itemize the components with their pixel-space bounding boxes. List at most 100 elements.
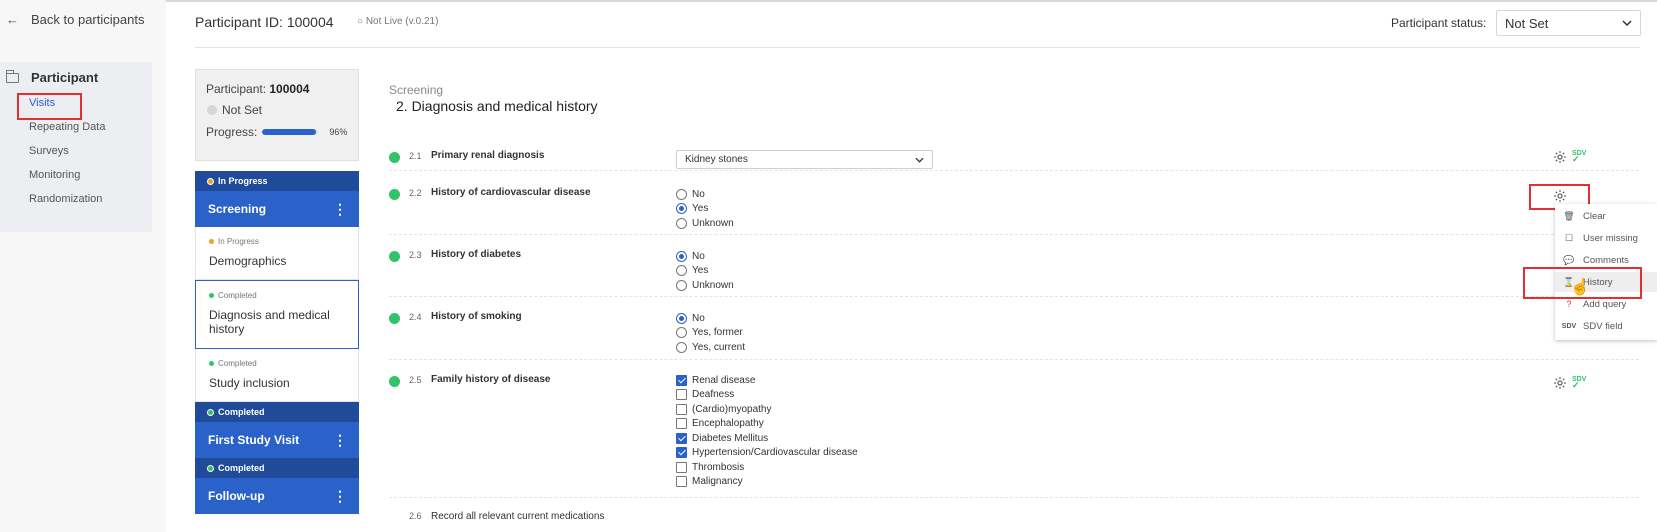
smoking-radio-group: No Yes, former Yes, current	[676, 311, 745, 355]
gear-icon[interactable]	[1553, 376, 1567, 390]
folder-icon	[6, 69, 19, 83]
visit-screening[interactable]: Screening ⋮	[195, 191, 359, 227]
question-2-4: 2.4 History of smoking No Yes, former Ye…	[389, 308, 1639, 358]
progress-bar-fill	[262, 129, 317, 135]
form-item-demographics[interactable]: In Progress Demographics	[195, 227, 359, 280]
menu-item-clear[interactable]: 🗑 Clear	[1563, 210, 1605, 222]
divider	[389, 234, 1639, 235]
visit-follow-up[interactable]: Follow-up ⋮	[195, 478, 359, 514]
back-label: Back to participants	[31, 12, 145, 27]
participant-nav-title: Participant	[31, 70, 99, 85]
completed-dot-icon	[209, 293, 214, 298]
complete-dot-icon	[389, 376, 400, 387]
radio-option[interactable]: Yes	[676, 264, 734, 279]
divider	[389, 170, 1639, 171]
checkbox-icon: ☐	[1564, 232, 1574, 243]
complete-dot-icon	[389, 152, 400, 163]
menu-item-user-missing[interactable]: ☐ User missing	[1563, 232, 1638, 244]
visit-status-bar: Completed	[195, 458, 359, 478]
kebab-menu-icon[interactable]: ⋮	[333, 201, 347, 218]
participant-status-label: Participant status:	[1391, 16, 1487, 30]
checkbox-option[interactable]: Encephalopathy	[676, 417, 858, 432]
sidebar: ← Back to participants Participant Visit…	[0, 0, 166, 532]
form-section-name: Screening	[389, 83, 444, 97]
checkbox-option[interactable]: Hypertension/Cardiovascular disease	[676, 446, 858, 461]
sdv-icon[interactable]: SDV ✓	[1572, 376, 1586, 390]
chevron-down-icon	[915, 157, 924, 163]
comment-icon: 💬	[1563, 254, 1575, 265]
in-progress-dot-icon	[207, 177, 214, 185]
nav-item-monitoring[interactable]: Monitoring	[29, 169, 80, 181]
checkbox-option[interactable]: Deafness	[676, 388, 858, 403]
menu-item-add-query[interactable]: ? Add query	[1563, 298, 1626, 310]
completed-dot-icon	[209, 361, 214, 366]
radio-option[interactable]: Unknown	[676, 216, 734, 231]
radio-option[interactable]: No	[676, 187, 734, 202]
completed-dot-icon	[207, 408, 214, 416]
checkbox-option[interactable]: Renal disease	[676, 373, 858, 388]
question-2-3: 2.3 History of diabetes No Yes Unknown	[389, 246, 1639, 296]
participant-id-title: Participant ID: 100004	[195, 14, 334, 30]
checkbox-option[interactable]: (Cardio)myopathy	[676, 402, 858, 417]
form-title: 2. Diagnosis and medical history	[396, 98, 598, 114]
checkbox-option[interactable]: Diabetes Mellitus	[676, 431, 858, 446]
divider	[389, 497, 1639, 498]
radio-option[interactable]: Yes	[676, 202, 734, 217]
complete-dot-icon	[389, 189, 400, 200]
visit-status-bar: Completed	[195, 402, 359, 422]
radio-option[interactable]: No	[676, 249, 734, 264]
menu-item-comments[interactable]: 💬 Comments	[1563, 254, 1629, 266]
query-icon: ?	[1566, 299, 1572, 309]
radio-option[interactable]: Unknown	[676, 278, 734, 293]
kebab-menu-icon[interactable]: ⋮	[333, 488, 347, 505]
gear-icon[interactable]	[1553, 150, 1567, 164]
back-to-participants-link[interactable]: ← Back to participants	[6, 12, 144, 27]
chevron-down-icon	[1622, 20, 1632, 26]
participant-status-select[interactable]: Not Set	[1496, 10, 1641, 36]
question-2-2: 2.2 History of cardiovascular disease No…	[389, 184, 1639, 234]
progress-bar	[262, 129, 319, 135]
checkbox-option[interactable]: Malignancy	[676, 475, 858, 490]
nav-item-repeating-data[interactable]: Repeating Data	[29, 121, 105, 133]
progress-percent: 96%	[329, 127, 348, 137]
sdv-icon[interactable]: SDV ✓	[1572, 150, 1586, 164]
radio-option[interactable]: Yes, former	[676, 326, 745, 341]
radio-option[interactable]: No	[676, 311, 745, 326]
complete-dot-icon	[389, 251, 400, 262]
hand-cursor-icon: ☝	[1570, 279, 1590, 296]
diabetes-radio-group: No Yes Unknown	[676, 249, 734, 293]
primary-renal-diagnosis-select[interactable]: Kidney stones	[676, 150, 933, 169]
family-history-checkbox-group: Renal disease Deafness (Cardio)myopathy …	[676, 373, 858, 489]
participant-card-status: Not Set	[207, 103, 262, 117]
status-dot-icon	[207, 105, 217, 115]
participant-nav: Participant Visits Repeating Data Survey…	[0, 62, 152, 232]
divider	[389, 359, 1639, 360]
live-status-badge: ○ Not Live (v.0.21)	[357, 16, 439, 27]
visit-list: In Progress Screening ⋮ In Progress Demo…	[195, 171, 359, 532]
participant-status-value: Not Set	[1505, 15, 1549, 31]
cardiovascular-radio-group: No Yes Unknown	[676, 187, 734, 231]
participant-card: Participant: 100004 Not Set Progress: 96…	[195, 69, 359, 161]
checkbox-option[interactable]: Thrombosis	[676, 460, 858, 475]
nav-item-surveys[interactable]: Surveys	[29, 145, 69, 157]
visit-first-study-visit[interactable]: First Study Visit ⋮	[195, 422, 359, 458]
complete-dot-icon	[389, 313, 400, 324]
question-2-6: 2.6 Record all relevant current medicati…	[409, 511, 605, 522]
radio-option[interactable]: Yes, current	[676, 340, 745, 355]
divider	[389, 296, 1639, 297]
menu-item-sdv-field[interactable]: SDV SDV field	[1562, 320, 1623, 332]
participant-nav-header: Participant	[6, 69, 99, 85]
kebab-menu-icon[interactable]: ⋮	[333, 432, 347, 449]
trash-icon: 🗑	[1563, 210, 1575, 221]
arrow-left-icon: ←	[6, 12, 19, 27]
form-item-diagnosis[interactable]: Completed Diagnosis and medical history	[195, 280, 359, 349]
participant-card-id: Participant: 100004	[206, 82, 310, 96]
question-2-5: 2.5 Family history of disease Renal dise…	[389, 373, 1639, 495]
highlight-box-visits	[17, 93, 82, 120]
completed-dot-icon	[207, 464, 214, 472]
top-border	[0, 0, 1657, 2]
participant-card-progress: Progress: 96%	[206, 125, 348, 139]
header-divider	[195, 47, 1640, 48]
form-item-study-inclusion[interactable]: Completed Study inclusion	[195, 349, 359, 402]
nav-item-randomization[interactable]: Randomization	[29, 193, 102, 205]
